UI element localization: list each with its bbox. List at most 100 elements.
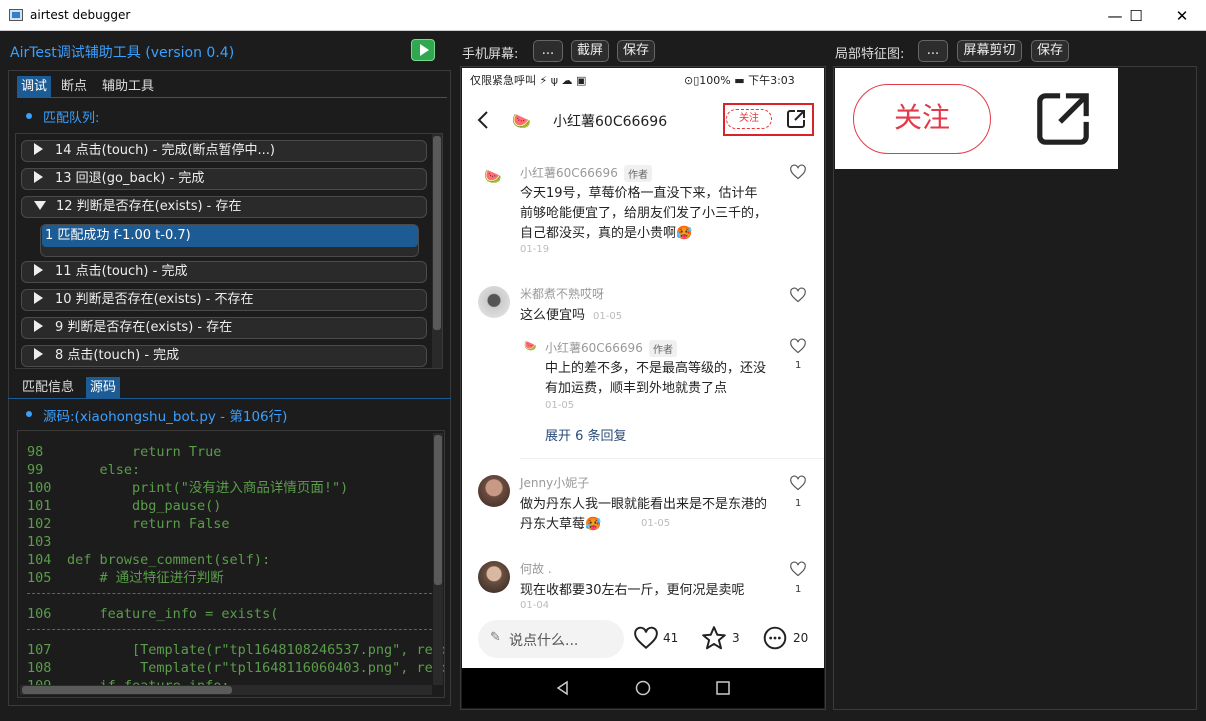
comment-text: 这么便宜吗 bbox=[520, 308, 586, 323]
author-badge: 作者 bbox=[624, 165, 652, 182]
queue-item[interactable]: 11 点击(touch) - 完成 bbox=[21, 261, 427, 283]
screen-browse-button[interactable]: ... bbox=[533, 40, 563, 62]
tab-match-info[interactable]: 匹配信息 bbox=[18, 377, 78, 398]
comment-date: 01-05 bbox=[545, 400, 575, 411]
feature-image: 关注 bbox=[835, 68, 1118, 169]
title-bar: airtest debugger — ☐ ✕ bbox=[0, 0, 1206, 31]
share-icon[interactable] bbox=[786, 109, 806, 129]
run-button[interactable] bbox=[411, 39, 435, 61]
queue-child-item[interactable]: 1 匹配成功 f-1.00 t-0.7) bbox=[42, 225, 418, 247]
queue-item[interactable]: 13 回退(go_back) - 完成 bbox=[21, 168, 427, 190]
avatar[interactable] bbox=[478, 286, 510, 318]
comment-author[interactable]: Jenny小妮子 bbox=[520, 474, 589, 491]
save-screen-button[interactable]: 保存 bbox=[617, 40, 655, 62]
bullet-icon bbox=[26, 411, 32, 417]
nav-home-icon[interactable] bbox=[635, 680, 651, 696]
debug-tabs: 调试 断点 辅助工具 bbox=[17, 76, 447, 98]
like-icon[interactable] bbox=[633, 626, 659, 650]
tab-debug[interactable]: 调试 bbox=[17, 76, 52, 97]
nav-back-icon[interactable] bbox=[555, 680, 571, 696]
queue-item[interactable]: 8 点击(touch) - 完成 bbox=[21, 345, 427, 367]
code-vscroll-thumb[interactable] bbox=[434, 435, 442, 585]
info-tabs: 匹配信息 源码 bbox=[8, 376, 451, 399]
expand-arrow-icon[interactable] bbox=[34, 264, 43, 276]
queue-item[interactable]: 9 判断是否存在(exists) - 存在 bbox=[21, 317, 427, 339]
star-icon[interactable] bbox=[701, 625, 727, 651]
watermelon-avatar-icon: 🍉 bbox=[512, 112, 531, 130]
feature-label: 局部特征图: bbox=[835, 47, 905, 62]
heart-icon[interactable] bbox=[789, 338, 807, 354]
like-count: 1 bbox=[795, 360, 802, 371]
source-label: 源码:(xiaohongshu_bot.py - 第106行) bbox=[43, 409, 288, 425]
code-line: 101 dbg_pause() bbox=[27, 498, 222, 514]
expand-arrow-icon[interactable] bbox=[34, 171, 43, 183]
code-lines: 98 return True 99 else: 100 print("没有进入商… bbox=[27, 443, 444, 695]
collapse-arrow-icon[interactable] bbox=[34, 201, 46, 210]
queue-item[interactable]: 14 点击(touch) - 完成(断点暂停中...) bbox=[21, 140, 427, 162]
expand-arrow-icon[interactable] bbox=[34, 348, 43, 360]
heart-icon[interactable] bbox=[789, 164, 807, 180]
comment-text: 现在收都要30左右一斤，更何况是卖呢 bbox=[520, 583, 745, 598]
expand-arrow-icon[interactable] bbox=[34, 320, 43, 332]
queue-item[interactable]: 12 判断是否存在(exists) - 存在 bbox=[21, 196, 427, 218]
comment-date: 01-05 bbox=[593, 311, 623, 322]
like-count: 41 bbox=[663, 631, 679, 645]
tab-source[interactable]: 源码 bbox=[86, 377, 121, 398]
queue-scroll-thumb[interactable] bbox=[433, 136, 441, 330]
code-line: 105 # 通过特征进行判断 bbox=[27, 570, 224, 586]
comment-author[interactable]: 小红薯60C66696 bbox=[545, 339, 643, 356]
maximize-button[interactable]: ☐ bbox=[1113, 0, 1159, 31]
heart-icon[interactable] bbox=[789, 287, 807, 303]
screenshot-button[interactable]: 截屏 bbox=[571, 40, 609, 62]
code-line: 99 else: bbox=[27, 462, 141, 478]
avatar[interactable] bbox=[478, 561, 510, 593]
back-arrow-icon[interactable] bbox=[476, 110, 490, 130]
like-count: 1 bbox=[795, 584, 802, 595]
save-feature-button[interactable]: 保存 bbox=[1031, 40, 1069, 62]
phone-screen[interactable]: 仅限紧急呼叫 ⚡ ψ ☁ ▣ ⊙▯100% ▬ 下午3:03 🍉 小红薯60C6… bbox=[462, 68, 824, 708]
code-hscroll-thumb[interactable] bbox=[22, 686, 232, 694]
feature-browse-button[interactable]: ... bbox=[918, 40, 948, 62]
comment-author[interactable]: 何故 . bbox=[520, 560, 552, 577]
source-code-view[interactable]: 98 return True 99 else: 100 print("没有进入商… bbox=[17, 430, 445, 698]
comment-author[interactable]: 小红薯60C66696 bbox=[520, 164, 618, 181]
nav-recent-icon[interactable] bbox=[715, 680, 731, 696]
code-line: 102 return False bbox=[27, 516, 230, 532]
status-bar-right: ⊙▯100% ▬ 下午3:03 bbox=[684, 74, 795, 87]
code-line: 98 return True bbox=[27, 444, 222, 460]
divider bbox=[520, 458, 824, 459]
comment-count: 20 bbox=[793, 631, 809, 645]
window-title: airtest debugger bbox=[30, 8, 131, 22]
android-nav-bar bbox=[462, 668, 824, 708]
follow-button[interactable]: 关注 bbox=[726, 109, 772, 129]
heart-icon[interactable] bbox=[789, 561, 807, 577]
bullet-icon bbox=[26, 113, 32, 119]
tab-tools[interactable]: 辅助工具 bbox=[98, 76, 158, 97]
separator bbox=[27, 629, 437, 630]
comment-input-placeholder: 说点什么... bbox=[509, 633, 579, 649]
comment-text: 今天19号，草莓价格一直没下来，估计年前够呛能便宜了，给朋友们发了小三千的，自己… bbox=[520, 186, 768, 241]
comment-date: 01-19 bbox=[520, 244, 550, 255]
close-button[interactable]: ✕ bbox=[1159, 0, 1205, 31]
code-line: 107 [Template(r"tpl1648108246537.png", r… bbox=[27, 642, 444, 658]
code-vscrollbar[interactable] bbox=[433, 433, 443, 685]
queue-scrollbar[interactable] bbox=[432, 134, 442, 368]
queue-item[interactable]: 10 判断是否存在(exists) - 不存在 bbox=[21, 289, 427, 311]
feature-follow-button: 关注 bbox=[853, 84, 991, 154]
comment-bubble-icon[interactable] bbox=[762, 625, 788, 651]
heart-icon[interactable] bbox=[789, 475, 807, 491]
avatar-icon: 🍉 bbox=[484, 169, 502, 185]
feature-share-icon bbox=[1037, 93, 1089, 145]
tab-breakpoint[interactable]: 断点 bbox=[57, 76, 91, 97]
comment-input[interactable]: ✎ 说点什么... bbox=[478, 620, 624, 658]
crop-button[interactable]: 屏幕剪切 bbox=[957, 40, 1022, 62]
comment-author[interactable]: 米都煮不熟哎呀 bbox=[520, 285, 604, 302]
expand-arrow-icon[interactable] bbox=[34, 143, 43, 155]
comment-text: 做为丹东人我一眼就能看出来是不是东港的丹东大草莓🥵 bbox=[520, 497, 768, 532]
code-line-current: 106 feature_info = exists( bbox=[27, 606, 279, 622]
expand-arrow-icon[interactable] bbox=[34, 292, 43, 304]
app-title: AirTest调试辅助工具 (version 0.4) bbox=[10, 45, 235, 61]
expand-replies-link[interactable]: 展开 6 条回复 bbox=[545, 425, 627, 444]
code-hscrollbar[interactable] bbox=[20, 685, 432, 695]
avatar[interactable] bbox=[478, 475, 510, 507]
